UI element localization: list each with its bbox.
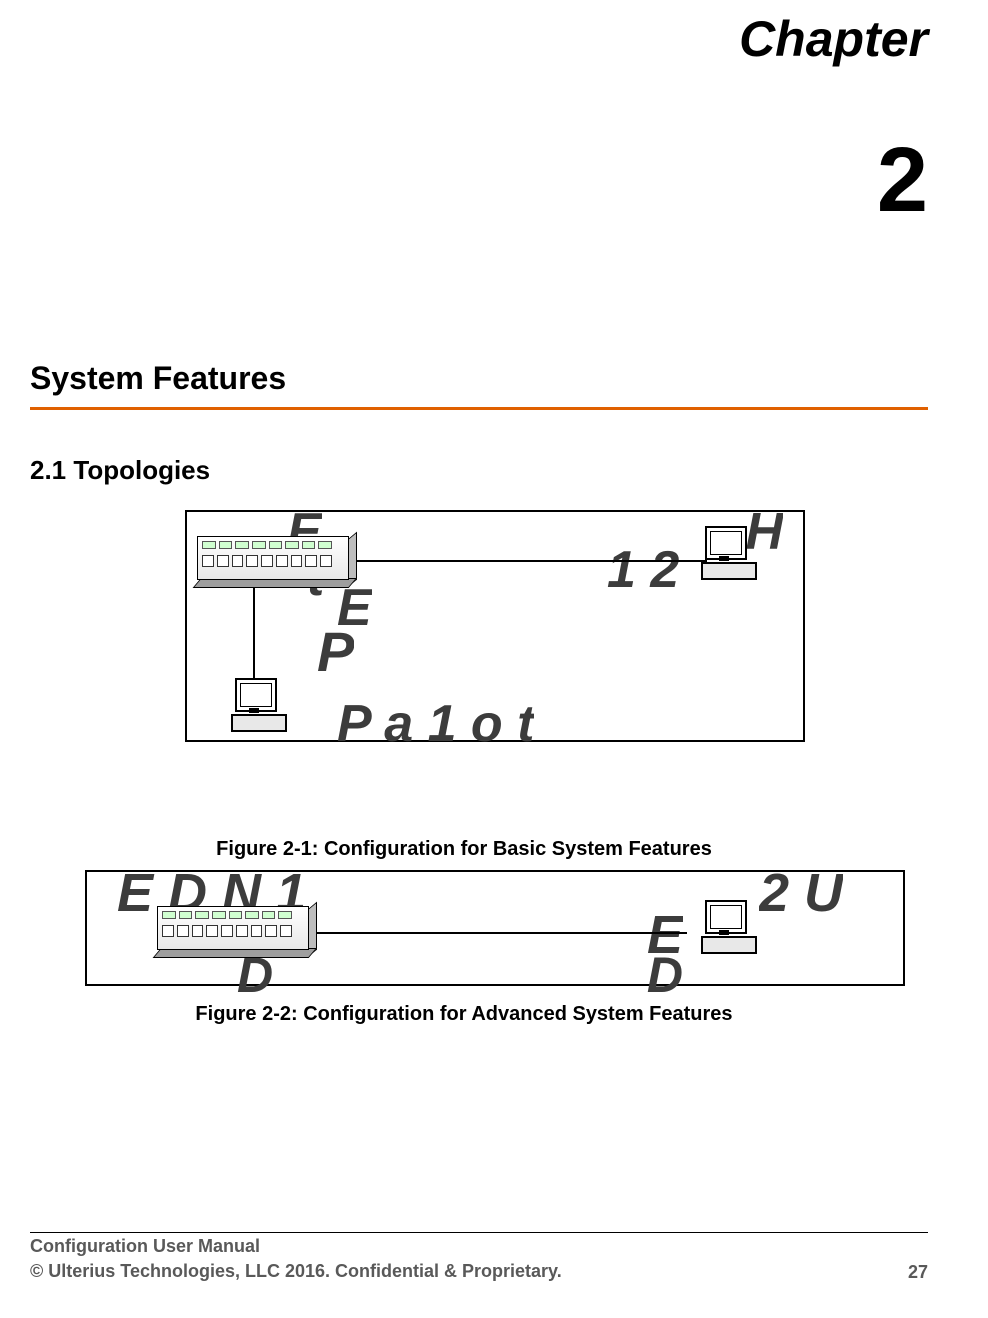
switch-icon (197, 536, 357, 588)
bg-text-fragment: 1 2 (607, 544, 679, 596)
footer-rule (30, 1232, 928, 1233)
computer-icon (701, 526, 753, 578)
section-title: System Features (30, 360, 286, 397)
subsection-title: 2.1 Topologies (30, 455, 210, 486)
bg-text-fragment: D (647, 950, 683, 1000)
bg-text-fragment: 2 U (759, 866, 843, 920)
bg-text-fragment: P a 1 o t (337, 698, 534, 750)
figure-2-1-caption: Figure 2-1: Configuration for Basic Syst… (0, 838, 928, 861)
chapter-number: 2 (877, 128, 928, 233)
footer-copyright: © Ulterius Technologies, LLC 2016. Confi… (30, 1259, 562, 1283)
page-number: 27 (908, 1262, 928, 1283)
switch-icon (157, 906, 317, 958)
bg-text-fragment: P (317, 624, 354, 680)
figure-2-2-caption: Figure 2-2: Configuration for Advanced S… (0, 1003, 928, 1026)
footer: Configuration User Manual © Ulterius Tec… (30, 1234, 928, 1283)
computer-icon (701, 900, 753, 952)
wire (317, 932, 687, 934)
footer-doc-title: Configuration User Manual (30, 1234, 562, 1258)
figure-2-2: E D N 1 2 U P E D D (85, 870, 905, 986)
chapter-label: Chapter (739, 10, 928, 68)
figure-2-1: E H t 1 2 E P P a 1 o t (185, 510, 805, 742)
computer-icon (231, 678, 283, 730)
page: Chapter 2 System Features 2.1 Topologies… (0, 0, 988, 1318)
section-rule (30, 407, 928, 410)
wire (357, 560, 707, 562)
